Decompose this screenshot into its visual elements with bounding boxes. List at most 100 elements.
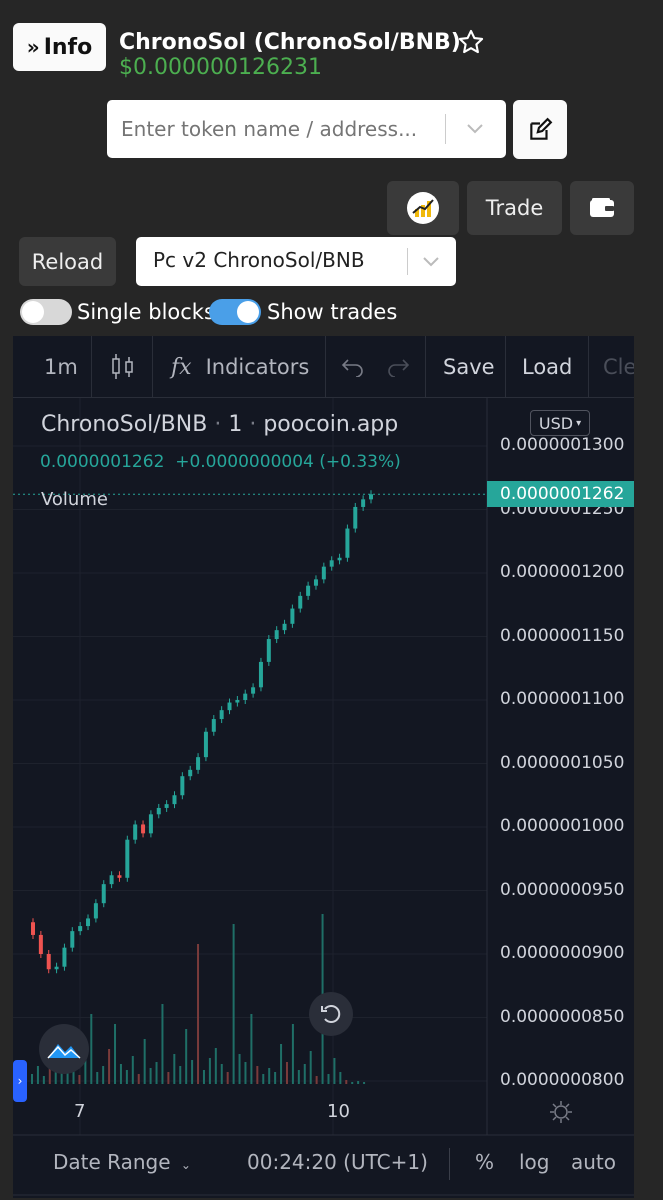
volume-bar xyxy=(149,1068,152,1084)
edit-button[interactable] xyxy=(513,100,567,159)
pair-select-value: Pc v2 ChronoSol/BNB xyxy=(153,248,365,272)
gear-icon[interactable] xyxy=(549,1100,573,1128)
volume-bar xyxy=(357,1081,360,1084)
info-button[interactable]: » Info xyxy=(13,23,106,71)
price-tick-label: 0.0000001000 xyxy=(500,816,625,836)
volume-bar xyxy=(315,1076,318,1084)
redo-icon[interactable] xyxy=(385,336,411,398)
undo-icon[interactable] xyxy=(340,336,366,398)
candle xyxy=(235,700,240,703)
reset-chart-icon[interactable] xyxy=(309,992,353,1036)
search-box[interactable] xyxy=(107,100,506,158)
candle xyxy=(345,528,350,558)
chevron-down-icon[interactable] xyxy=(463,116,487,144)
volume-bar xyxy=(226,1072,229,1084)
candle xyxy=(290,608,295,624)
trade-button[interactable]: Trade xyxy=(467,181,562,235)
volume-bar xyxy=(78,1075,81,1084)
legend-values: 0.0000001262 +0.0000000004 (+0.33%) xyxy=(40,452,401,472)
volume-bar xyxy=(42,1076,45,1084)
function-icon: fx xyxy=(171,354,192,380)
wallet-icon xyxy=(590,198,614,217)
volume-bar xyxy=(137,1074,140,1084)
price-tick-label: 0.0000001300 xyxy=(500,435,625,455)
candle xyxy=(369,494,373,500)
favorite-star-icon[interactable] xyxy=(457,28,485,60)
candle xyxy=(62,947,67,967)
volume-bar xyxy=(351,1082,354,1084)
pair-select[interactable]: Pc v2 ChronoSol/BNB xyxy=(136,237,456,286)
price-tick-label: 0.0000000900 xyxy=(500,943,625,963)
price-tick-label: 0.0000001150 xyxy=(500,625,625,646)
candle xyxy=(86,918,91,927)
volume-bar xyxy=(131,1056,134,1084)
candle xyxy=(133,824,138,840)
candle xyxy=(101,884,106,904)
candle xyxy=(258,661,263,688)
side-panel-handle[interactable]: › xyxy=(13,1060,27,1102)
volume-bar xyxy=(202,1070,205,1084)
price-tick-label: 0.0000000800 xyxy=(500,1070,625,1090)
save-button[interactable]: Save xyxy=(443,336,495,398)
chart-button[interactable] xyxy=(387,181,459,235)
price-tick-label: 0.0000000850 xyxy=(500,1006,625,1027)
tradingview-logo-icon[interactable] xyxy=(39,1024,89,1074)
auto-toggle[interactable]: auto xyxy=(571,1150,616,1174)
show-trades-toggle[interactable] xyxy=(209,299,261,325)
chart-logo-icon xyxy=(407,192,439,224)
volume-bar xyxy=(256,1066,259,1084)
volume-bar xyxy=(220,1064,223,1084)
volume-bar xyxy=(155,1062,158,1084)
volume-bar xyxy=(232,924,235,1084)
volume-bar xyxy=(197,944,200,1084)
candle xyxy=(93,903,98,919)
log-toggle[interactable]: log xyxy=(519,1150,550,1174)
candle xyxy=(46,954,51,970)
volume-label: Volume xyxy=(41,489,108,510)
volume-bar xyxy=(238,1054,241,1084)
clear-button[interactable]: Cle xyxy=(603,336,634,398)
volume-bar xyxy=(345,1080,348,1084)
candle xyxy=(329,560,334,567)
volume-bar xyxy=(161,1004,164,1084)
candle xyxy=(282,623,287,631)
load-button[interactable]: Load xyxy=(522,336,572,398)
single-blocks-toggle[interactable] xyxy=(20,299,72,325)
candle xyxy=(361,499,366,507)
volume-bar xyxy=(125,1070,128,1084)
candle xyxy=(227,702,232,711)
candle xyxy=(141,824,146,834)
volume-bar xyxy=(143,1039,146,1084)
date-range-button[interactable]: Date Range ⌄ xyxy=(53,1150,191,1174)
candle xyxy=(148,814,153,834)
price-tick-label: 0.0000001100 xyxy=(500,689,625,709)
candle xyxy=(203,731,208,758)
tradingview-chart[interactable]: 1m fx Indicators Save Load Cle ChronoSol… xyxy=(13,336,634,1198)
show-trades-label: Show trades xyxy=(267,300,398,324)
candle xyxy=(211,719,216,732)
volume-bar xyxy=(102,1066,105,1084)
interval-button[interactable]: 1m xyxy=(44,336,78,398)
reload-button[interactable]: Reload xyxy=(19,237,116,286)
chevron-down-icon[interactable] xyxy=(419,249,443,277)
price-tick-label: 0.0000001200 xyxy=(500,562,625,582)
indicators-button[interactable]: fx Indicators xyxy=(171,336,309,398)
chevron-down-icon: ⌄ xyxy=(180,1158,191,1172)
volume-bar xyxy=(291,1024,294,1084)
volume-bar xyxy=(268,1068,271,1084)
candle xyxy=(266,639,271,662)
percent-toggle[interactable]: % xyxy=(475,1150,494,1174)
candle xyxy=(117,875,122,878)
single-blocks-label: Single blocks xyxy=(77,300,215,324)
volume-bar xyxy=(339,1072,342,1084)
volume-bar xyxy=(179,1066,182,1084)
chart-type-icon[interactable] xyxy=(110,336,136,398)
edit-icon xyxy=(530,117,553,140)
search-input[interactable] xyxy=(121,114,439,144)
candle xyxy=(243,693,248,700)
candle xyxy=(156,807,161,815)
candle xyxy=(274,630,279,640)
wallet-button[interactable] xyxy=(570,181,634,235)
trade-label: Trade xyxy=(485,196,544,220)
currency-button[interactable]: USD ▾ xyxy=(530,410,590,436)
